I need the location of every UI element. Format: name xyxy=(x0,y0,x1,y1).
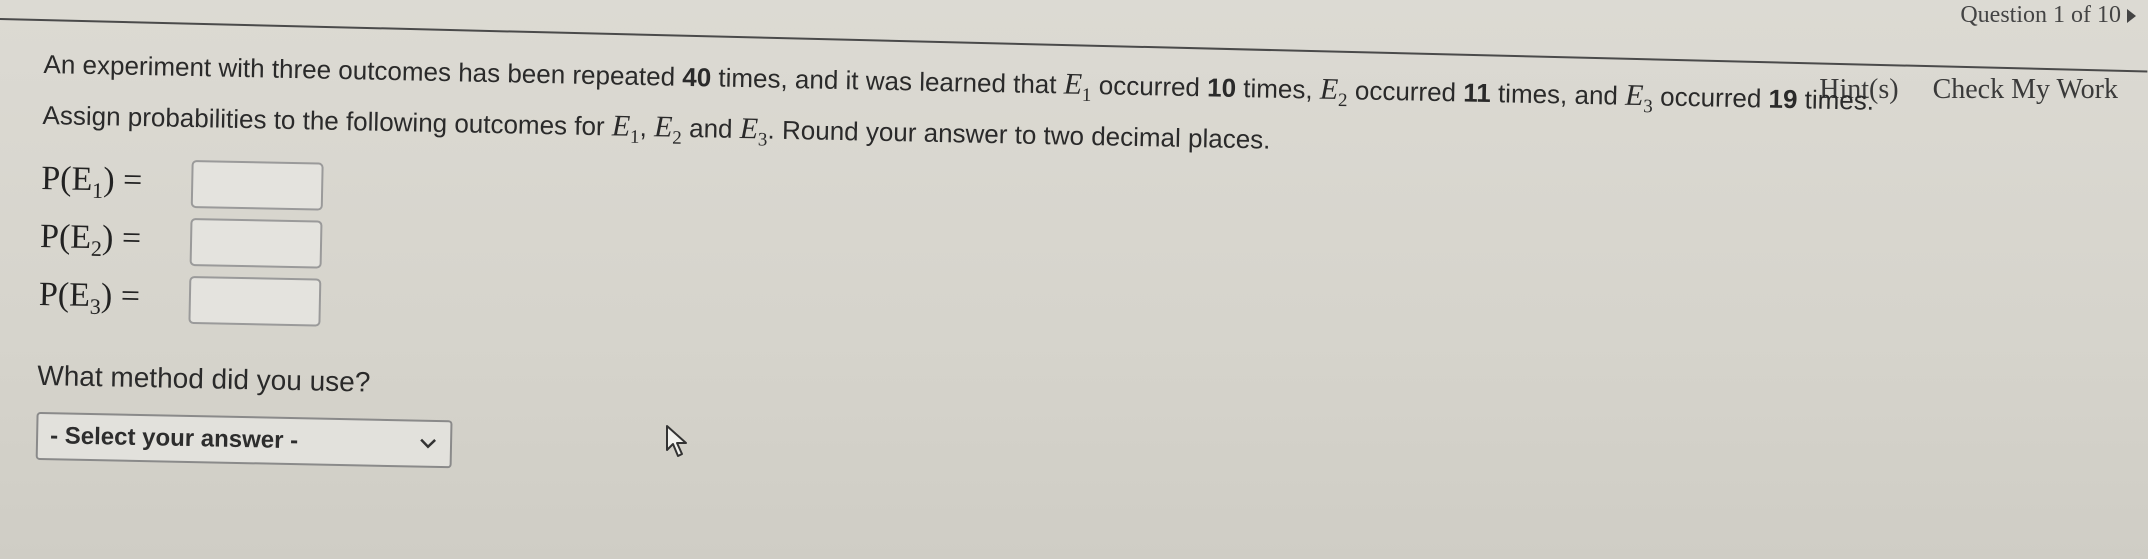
answer-input-e1[interactable] xyxy=(190,159,324,211)
problem-text: occurred xyxy=(1347,75,1464,108)
answer-label: P(E2) = xyxy=(39,217,142,261)
method-select-value: - Select your answer - xyxy=(49,422,299,455)
answer-label: P(E1) = xyxy=(40,159,143,203)
problem-text: times, xyxy=(1235,72,1321,105)
event-e2: E2 xyxy=(653,110,682,149)
event-e2: E2 xyxy=(1319,72,1348,112)
method-select[interactable]: - Select your answer - xyxy=(35,411,453,469)
question-nav[interactable]: Question 1 of 10 xyxy=(1960,2,2136,29)
event-e3: E3 xyxy=(1624,78,1653,118)
event-e1: E1 xyxy=(611,109,640,148)
trials-value: 40 xyxy=(681,61,712,93)
problem-text: An experiment with three outcomes has be… xyxy=(43,48,683,92)
e3-count: 19 xyxy=(1768,83,1798,115)
event-e1: E1 xyxy=(1063,67,1092,107)
answer-label: P(E3) = xyxy=(38,275,141,319)
problem-text: , xyxy=(639,111,655,143)
answer-input-e3[interactable] xyxy=(188,275,322,327)
problem-text: occurred xyxy=(1091,70,1208,103)
mouse-pointer-icon xyxy=(666,425,687,457)
event-e3: E3 xyxy=(739,111,768,151)
answer-input-e2[interactable] xyxy=(189,217,323,269)
question-content: An experiment with three outcomes has be… xyxy=(35,44,2104,501)
problem-text: times. xyxy=(1797,84,1875,116)
problem-text: times, and it was learned that xyxy=(710,62,1065,100)
problem-text: times, and xyxy=(1490,78,1626,111)
problem-text: and xyxy=(681,112,741,144)
problem-text: occurred xyxy=(1652,81,1769,114)
question-indicator: Question 1 of 10 xyxy=(1960,2,2121,28)
e2-count: 11 xyxy=(1462,77,1492,109)
problem-text: . Round your answer to two decimal place… xyxy=(767,114,1271,155)
caret-right-icon[interactable] xyxy=(2127,8,2136,23)
screen: Question 1 of 10 Hint(s) Check My Work A… xyxy=(0,0,2148,559)
chevron-down-icon xyxy=(420,438,436,449)
problem-text: Assign probabilities to the following ou… xyxy=(42,99,613,142)
e1-count: 10 xyxy=(1206,72,1237,103)
